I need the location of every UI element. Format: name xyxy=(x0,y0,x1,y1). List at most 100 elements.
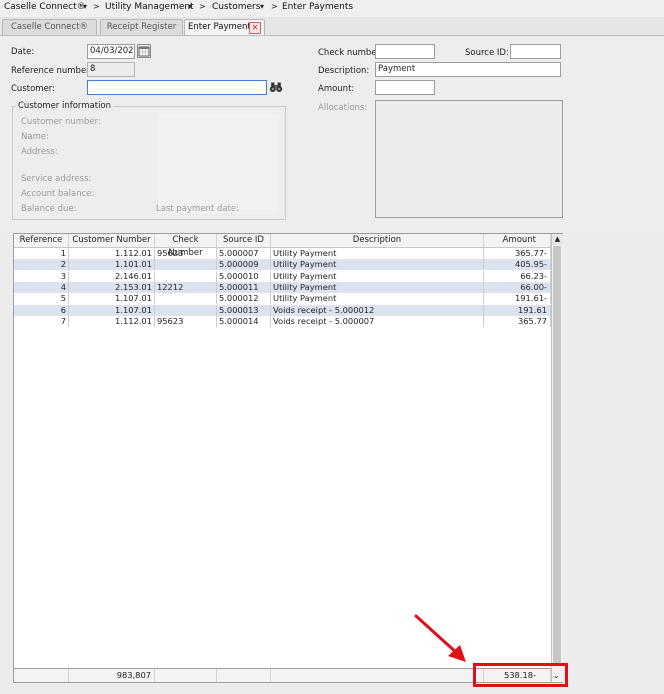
cell-customer-number: 2.146.01 xyxy=(69,270,155,282)
cell-amount: 191.61- xyxy=(484,293,551,305)
vertical-scrollbar[interactable]: ▲ xyxy=(551,234,563,682)
chevron-down-icon[interactable]: ▾ xyxy=(260,2,264,11)
source-id-field[interactable] xyxy=(510,44,561,59)
breadcrumb-customers[interactable]: Customers xyxy=(212,2,260,12)
cell-source-id: 5.000009 xyxy=(217,259,271,271)
name-label: Name: xyxy=(21,132,49,142)
cell-source-id: 5.000014 xyxy=(217,315,271,327)
close-icon[interactable]: ✕ xyxy=(249,22,261,34)
header-check-number[interactable]: Check Number xyxy=(155,234,217,258)
customer-input[interactable] xyxy=(87,80,267,95)
cell-reference: 1 xyxy=(14,248,69,259)
cell-check-number xyxy=(155,259,217,271)
cell-source-id: 5.000010 xyxy=(217,270,271,282)
service-address-label: Service address: xyxy=(21,174,92,184)
table-row[interactable]: 4 2.153.01 12212 5.000011 Utility Payment 66.… xyxy=(14,281,551,293)
customer-number-label: Customer number: xyxy=(21,117,101,127)
table-row[interactable]: 5 1.107.01 5.000012 Utility Payment 191.61- xyxy=(14,293,551,305)
check-number-label: Check number: xyxy=(318,48,383,58)
table-row[interactable]: 7 1.112.01 95623 5.000014 Voids receipt - 5.… xyxy=(14,315,551,327)
cell-customer-number: 2.153.01 xyxy=(69,281,155,293)
cell-reference: 4 xyxy=(14,281,69,293)
footer-source xyxy=(217,669,271,682)
cell-source-id: 5.000012 xyxy=(217,293,271,305)
breadcrumb-separator: > xyxy=(93,2,100,11)
cell-reference: 5 xyxy=(14,293,69,305)
cell-amount: 66.00- xyxy=(484,281,551,293)
breadcrumb-enter-payments[interactable]: Enter Payments xyxy=(282,2,353,12)
cell-customer-number: 1.101.01 xyxy=(69,259,155,271)
header-amount[interactable]: Amount xyxy=(484,234,551,247)
binoculars-icon[interactable] xyxy=(269,80,283,94)
cell-check-number xyxy=(155,270,217,282)
table-row[interactable]: 6 1.107.01 5.000013 Voids receipt - 5.00001… xyxy=(14,304,551,316)
cell-description: Utility Payment xyxy=(271,293,484,305)
cell-customer-number: 1.112.01 xyxy=(69,315,155,327)
amount-field[interactable] xyxy=(375,80,435,95)
cell-description: Utility Payment xyxy=(271,270,484,282)
table-row[interactable]: 3 2.146.01 5.000010 Utility Payment 66.23- xyxy=(14,270,551,282)
table-header: Reference Customer Number Check Number S… xyxy=(14,234,551,258)
check-number-field[interactable] xyxy=(375,44,435,59)
cell-amount: 365.77 xyxy=(484,315,551,327)
footer-description xyxy=(271,669,484,682)
cell-description: Utility Payment xyxy=(271,281,484,293)
table-row[interactable]: 1 1.112.01 95623 5.000007 Utility Payment 365… xyxy=(14,248,551,259)
cell-description: Utility Payment xyxy=(271,248,484,259)
description-label: Description: xyxy=(318,66,370,76)
cell-check-number xyxy=(155,304,217,316)
scrollbar-thumb[interactable] xyxy=(553,246,561,666)
scroll-up-icon[interactable]: ▲ xyxy=(552,234,563,245)
amount-label: Amount: xyxy=(318,84,355,94)
chevron-down-icon[interactable]: ▾ xyxy=(83,2,87,11)
cell-check-number xyxy=(155,293,217,305)
cell-amount: 405.95- xyxy=(484,259,551,271)
header-reference[interactable]: Reference xyxy=(14,234,69,247)
breadcrumb: Caselle Connect® ▾ > Utility Management … xyxy=(0,0,664,17)
annotation-highlight-box xyxy=(473,663,568,687)
cell-source-id: 5.000007 xyxy=(217,248,271,259)
cell-customer-number: 1.107.01 xyxy=(69,304,155,316)
allocations-label: Allocations: xyxy=(318,103,368,113)
cell-customer-number: 1.107.01 xyxy=(69,293,155,305)
source-id-label: Source ID: xyxy=(465,48,509,58)
reference-number-label: Reference number: xyxy=(11,66,93,76)
cell-amount: 66.23- xyxy=(484,270,551,282)
tab-strip: Caselle Connect® Receipt Register Enter … xyxy=(0,17,664,36)
header-source-id[interactable]: Source ID xyxy=(217,234,271,247)
customer-information-title: Customer information xyxy=(16,101,114,111)
cell-check-number: 95623 xyxy=(155,315,217,327)
date-field[interactable]: 04/03/2021 xyxy=(87,44,135,59)
chevron-down-icon[interactable]: ▾ xyxy=(188,2,192,11)
cell-amount: 365.77- xyxy=(484,248,551,259)
breadcrumb-caselle-connect[interactable]: Caselle Connect® xyxy=(4,2,86,12)
cell-amount: 191.61 xyxy=(484,304,551,316)
date-label: Date: xyxy=(11,47,35,57)
cell-reference: 6 xyxy=(14,304,69,316)
cell-customer-number: 1.112.01 xyxy=(69,248,155,259)
header-description[interactable]: Description xyxy=(271,234,484,247)
balance-due-label: Balance due: xyxy=(21,204,77,214)
tab-receipt-register[interactable]: Receipt Register xyxy=(100,19,183,35)
payments-table: Reference Customer Number Check Number S… xyxy=(13,233,563,683)
customer-label: Customer: xyxy=(11,84,56,94)
allocations-field xyxy=(375,100,563,218)
calendar-icon[interactable] xyxy=(137,44,151,58)
footer-check xyxy=(155,669,217,682)
table-row[interactable]: 2 1.101.01 5.000009 Utility Payment 405.95- xyxy=(14,259,551,271)
tab-caselle-connect[interactable]: Caselle Connect® xyxy=(2,19,97,35)
annotation-arrow-icon xyxy=(414,614,466,662)
header-customer-number[interactable]: Customer Number xyxy=(69,234,155,247)
description-field[interactable]: Payment xyxy=(375,62,561,77)
cell-check-number: 12212 xyxy=(155,281,217,293)
cell-check-number: 95623 xyxy=(155,248,217,259)
breadcrumb-utility-management[interactable]: Utility Management xyxy=(105,2,194,12)
cell-reference: 3 xyxy=(14,270,69,282)
tab-enter-payments[interactable]: Enter Payments ✕ xyxy=(184,19,265,35)
cell-reference: 7 xyxy=(14,315,69,327)
footer-customer-total: 983,807 xyxy=(69,669,155,682)
breadcrumb-separator: > xyxy=(199,2,206,11)
cell-description: Voids receipt - 5.000007 xyxy=(271,315,484,327)
customer-information-values xyxy=(157,113,279,214)
footer-reference xyxy=(14,669,69,682)
